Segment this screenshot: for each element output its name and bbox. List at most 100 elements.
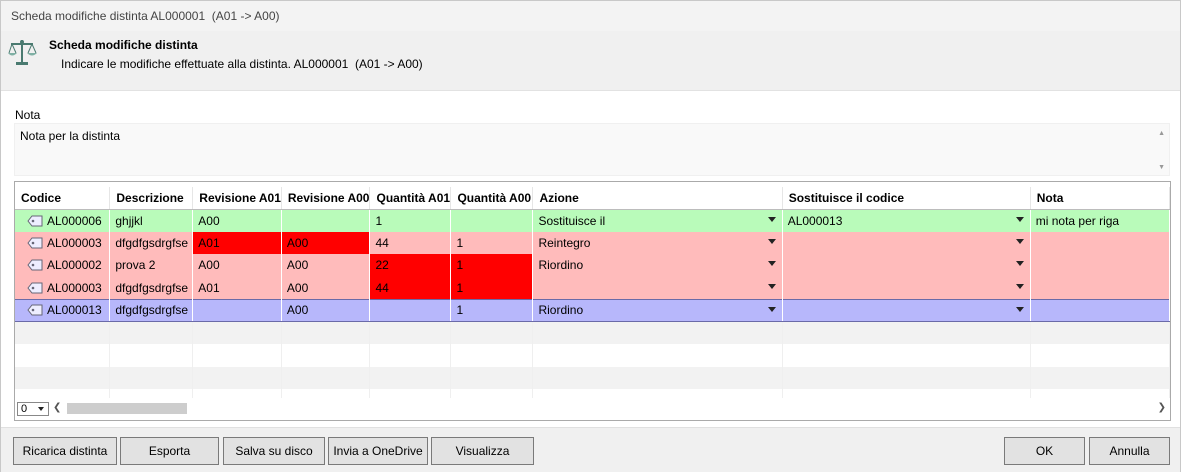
chevron-down-icon[interactable] xyxy=(38,407,44,411)
window-title: Scheda modifiche distinta AL000001 (A01 … xyxy=(11,9,280,23)
cell-rev-a00[interactable]: A00 xyxy=(281,276,371,299)
cell-azione-dropdown[interactable]: Sostituisce il xyxy=(532,209,783,232)
cell-nota[interactable] xyxy=(1030,231,1170,254)
cell-azione-dropdown[interactable] xyxy=(532,276,783,299)
ricarica-distinta-button[interactable]: Ricarica distinta xyxy=(13,437,117,465)
footer-bar: Ricarica distinta Esporta Salva su disco… xyxy=(1,427,1180,472)
cell-qta-a01[interactable] xyxy=(369,298,452,322)
table-row[interactable]: AL000002 prova 2 A00 A00 22 1 Riordino xyxy=(15,254,1170,277)
chevron-down-icon[interactable] xyxy=(1015,261,1024,266)
col-header-nota[interactable]: Nota xyxy=(1030,187,1170,210)
chevron-down-icon[interactable] xyxy=(767,261,776,266)
scroll-up-icon[interactable]: ▲ xyxy=(1158,130,1165,137)
cell-descrizione[interactable]: dfgdfgsdrgfse xyxy=(109,231,194,254)
nota-textarea[interactable]: Nota per la distinta ▲ ▼ xyxy=(14,123,1170,176)
changes-table: Codice Descrizione Revisione A01 Revisio… xyxy=(15,187,1170,412)
cell-rev-a00[interactable]: A00 xyxy=(281,298,371,322)
chevron-down-icon[interactable] xyxy=(1015,238,1024,244)
cell-descrizione[interactable]: dfgdfgsdrgfse xyxy=(109,276,194,299)
table-row[interactable]: AL000003 dfgdfgsdrgfse A01 A00 44 1 Rein… xyxy=(15,231,1170,254)
table-row-selected[interactable]: AL000013 dfgdfgsdrgfse A00 1 Riordino xyxy=(15,298,1170,322)
cell-codice[interactable]: AL000002 xyxy=(15,254,111,277)
scroll-right-icon[interactable]: ❯ xyxy=(1158,402,1166,413)
tag-icon xyxy=(27,282,43,293)
nota-label: Nota xyxy=(15,108,41,122)
cell-rev-a01[interactable]: A01 xyxy=(192,231,282,254)
cell-azione-dropdown[interactable]: Riordino xyxy=(532,254,783,277)
cell-qta-a00[interactable]: 1 xyxy=(450,276,534,299)
col-header-revisione-a01[interactable]: Revisione A01 xyxy=(192,187,282,210)
horizontal-scrollbar[interactable]: 0 ❮ ❯ xyxy=(15,398,1170,420)
cell-sostituisce-dropdown[interactable] xyxy=(782,298,1031,322)
cell-qta-a01[interactable]: 44 xyxy=(369,231,452,254)
cell-rev-a01[interactable] xyxy=(192,298,282,322)
invia-onedrive-button[interactable]: Invia a OneDrive xyxy=(328,437,428,465)
empty-row xyxy=(15,321,1170,344)
cell-codice[interactable]: AL000013 xyxy=(15,298,111,322)
zoom-select[interactable]: 0 xyxy=(17,402,49,416)
chevron-down-icon[interactable] xyxy=(767,238,776,244)
chevron-down-icon[interactable] xyxy=(1015,306,1024,312)
cell-azione-dropdown[interactable]: Reintegro xyxy=(532,231,783,254)
cell-codice[interactable]: AL000003 xyxy=(15,276,111,299)
visualizza-button[interactable]: Visualizza xyxy=(431,437,534,465)
cell-rev-a01[interactable]: A00 xyxy=(192,254,282,277)
cell-qta-a00[interactable] xyxy=(450,209,534,232)
cell-descrizione[interactable]: dfgdfgsdrgfse xyxy=(109,298,194,322)
azione-value: Riordino xyxy=(538,303,584,318)
cell-qta-a00[interactable]: 1 xyxy=(450,231,534,254)
cell-sostituisce-dropdown[interactable] xyxy=(782,276,1031,299)
scroll-left-icon[interactable]: ❮ xyxy=(53,402,61,413)
salva-su-disco-button[interactable]: Salva su disco xyxy=(223,437,325,465)
esporta-button[interactable]: Esporta xyxy=(120,437,219,465)
azione-value: Reintegro xyxy=(538,235,591,250)
dialog-window: Scheda modifiche distinta AL000001 (A01 … xyxy=(0,0,1181,472)
cell-qta-a01[interactable]: 1 xyxy=(369,209,452,232)
cell-qta-a01[interactable]: 44 xyxy=(369,276,452,299)
cell-qta-a00[interactable]: 1 xyxy=(450,254,534,277)
cell-qta-a01[interactable]: 22 xyxy=(369,254,452,277)
ok-button[interactable]: OK xyxy=(1004,437,1085,465)
col-header-quantita-a01[interactable]: Quantità A01 xyxy=(369,187,452,210)
cell-descrizione[interactable]: prova 2 xyxy=(109,254,194,277)
cell-rev-a00[interactable]: A00 xyxy=(281,254,371,277)
zoom-value: 0 xyxy=(21,403,28,415)
annulla-button[interactable]: Annulla xyxy=(1089,437,1170,465)
cell-rev-a01[interactable]: A01 xyxy=(192,276,282,299)
cell-sostituisce-dropdown[interactable] xyxy=(782,254,1031,277)
cell-rev-a01[interactable]: A00 xyxy=(192,209,282,232)
chevron-down-icon[interactable] xyxy=(767,216,776,222)
table-row[interactable]: AL000003 dfgdfgsdrgfse A01 A00 44 1 xyxy=(15,276,1170,299)
tag-icon xyxy=(27,304,43,316)
col-header-codice[interactable]: Codice xyxy=(15,187,111,210)
col-header-descrizione[interactable]: Descrizione xyxy=(109,187,194,210)
cell-rev-a00[interactable] xyxy=(281,209,371,232)
scroll-down-icon[interactable]: ▼ xyxy=(1158,164,1165,171)
scrollbar-thumb[interactable] xyxy=(67,403,187,414)
chevron-down-icon[interactable] xyxy=(1015,283,1024,289)
table-row[interactable]: AL000006 ghjjkl A00 1 Sostituisce il AL0… xyxy=(15,209,1170,232)
col-header-azione[interactable]: Azione xyxy=(532,187,783,210)
cell-sostituisce-dropdown[interactable]: AL000013 xyxy=(782,209,1031,232)
nota-text: Nota per la distinta xyxy=(20,129,121,143)
chevron-down-icon[interactable] xyxy=(767,306,776,312)
cell-sostituisce-dropdown[interactable] xyxy=(782,231,1031,254)
tag-icon xyxy=(27,237,43,249)
cell-codice[interactable]: AL000006 xyxy=(15,209,111,232)
cell-nota[interactable] xyxy=(1030,254,1170,277)
col-header-revisione-a00[interactable]: Revisione A00 xyxy=(281,187,371,210)
balance-scale-icon xyxy=(8,40,37,65)
cell-nota[interactable] xyxy=(1030,298,1170,322)
cell-azione-dropdown[interactable]: Riordino xyxy=(532,298,783,322)
title-bar: Scheda modifiche distinta AL000001 (A01 … xyxy=(1,1,1180,31)
chevron-down-icon[interactable] xyxy=(1015,216,1024,222)
cell-nota[interactable] xyxy=(1030,276,1170,299)
chevron-down-icon[interactable] xyxy=(767,283,776,289)
cell-codice[interactable]: AL000003 xyxy=(15,231,111,254)
cell-nota[interactable]: mi nota per riga xyxy=(1030,209,1170,232)
cell-rev-a00[interactable]: A00 xyxy=(281,231,371,254)
cell-descrizione[interactable]: ghjjkl xyxy=(109,209,194,232)
cell-qta-a00[interactable]: 1 xyxy=(450,298,534,322)
col-header-quantita-a00[interactable]: Quantità A00 xyxy=(450,187,534,210)
col-header-sostituisce[interactable]: Sostituisce il codice xyxy=(782,187,1031,210)
